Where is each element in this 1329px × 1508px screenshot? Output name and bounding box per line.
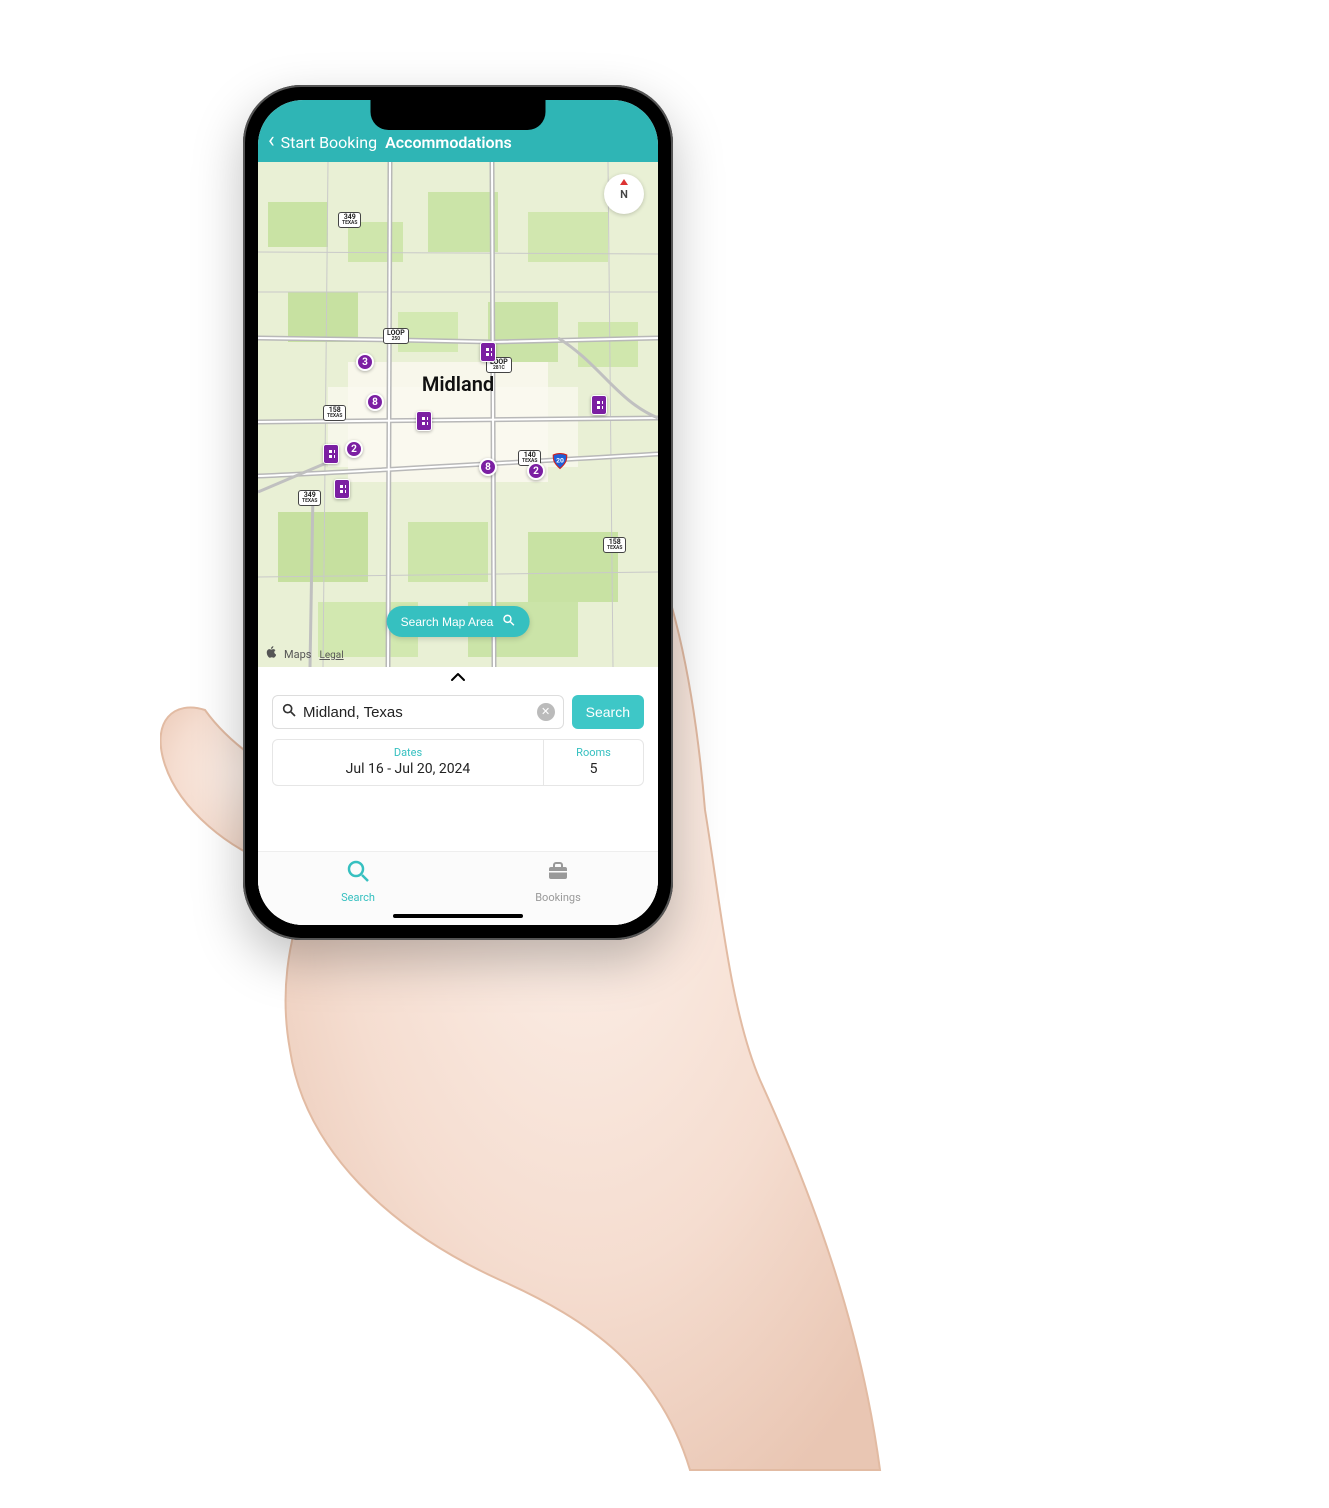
map-brand-label: Maps <box>284 648 311 661</box>
map-cluster-pin[interactable]: 3 <box>356 353 374 371</box>
rooms-label: Rooms <box>544 746 643 759</box>
map-legal-link[interactable]: Legal <box>319 650 343 661</box>
dates-filter[interactable]: Dates Jul 16 - Jul 20, 2024 <box>273 740 543 785</box>
apple-logo-icon <box>266 646 276 661</box>
location-input[interactable] <box>303 704 531 721</box>
close-icon: ✕ <box>541 707 550 718</box>
chevron-up-icon <box>450 670 466 686</box>
map-cluster-pin[interactable]: 8 <box>479 458 497 476</box>
search-map-area-button[interactable]: Search Map Area <box>387 606 530 637</box>
svg-text:20: 20 <box>556 457 564 465</box>
page-title: Accommodations <box>385 133 512 152</box>
briefcase-icon <box>546 859 570 889</box>
search-icon <box>281 702 297 722</box>
map-hotel-marker[interactable] <box>323 444 339 464</box>
map-cluster-pin[interactable]: 2 <box>527 462 545 480</box>
rooms-filter[interactable]: Rooms 5 <box>543 740 643 785</box>
map-city-label: Midland <box>422 372 494 396</box>
search-icon <box>346 859 370 889</box>
search-button[interactable]: Search <box>572 695 644 729</box>
route-shield: LOOP250 <box>383 328 409 344</box>
interstate-shield: 20 <box>551 452 569 470</box>
route-shield: 349TEXAS <box>298 490 321 506</box>
search-panel: ✕ Search Dates Jul 16 - Jul 20, 2024 Roo… <box>258 667 658 925</box>
rooms-value: 5 <box>544 761 643 777</box>
route-shield: 349TEXAS <box>338 212 361 228</box>
route-shield: 158TEXAS <box>323 405 346 421</box>
back-chevron-icon[interactable]: ‹ <box>264 130 277 152</box>
search-icon <box>501 613 515 630</box>
map-hotel-marker[interactable] <box>334 479 350 499</box>
tab-label: Bookings <box>535 891 581 904</box>
back-button-label[interactable]: Start Booking <box>281 133 378 152</box>
home-indicator[interactable] <box>393 914 523 918</box>
dates-label: Dates <box>273 746 543 759</box>
tab-label: Search <box>341 891 375 904</box>
map-attribution: Maps Legal <box>266 646 344 661</box>
filter-bar: Dates Jul 16 - Jul 20, 2024 Rooms 5 <box>272 739 644 786</box>
phone-frame: ‹ Start Booking Accommodations <box>243 85 673 940</box>
map-hotel-marker[interactable] <box>591 395 607 415</box>
location-search-box[interactable]: ✕ <box>272 695 564 729</box>
map-hotel-marker[interactable] <box>416 411 432 431</box>
dates-value: Jul 16 - Jul 20, 2024 <box>273 761 543 777</box>
compass-label: N <box>620 188 628 201</box>
map-cluster-pin[interactable]: 8 <box>366 393 384 411</box>
phone-notch <box>371 100 546 130</box>
phone-screen: ‹ Start Booking Accommodations <box>258 100 658 925</box>
search-row: ✕ Search <box>258 689 658 739</box>
route-shield: 158TEXAS <box>603 537 626 553</box>
clear-input-button[interactable]: ✕ <box>537 703 555 721</box>
map-hotel-marker[interactable] <box>480 342 496 362</box>
search-map-area-label: Search Map Area <box>401 615 494 629</box>
map-view[interactable]: Midland N 349TEXASLOOP250349TEXASLOOP281… <box>258 162 658 667</box>
map-cluster-pin[interactable]: 2 <box>345 440 363 458</box>
panel-expand-handle[interactable] <box>258 667 658 689</box>
compass-button[interactable]: N <box>604 174 644 214</box>
